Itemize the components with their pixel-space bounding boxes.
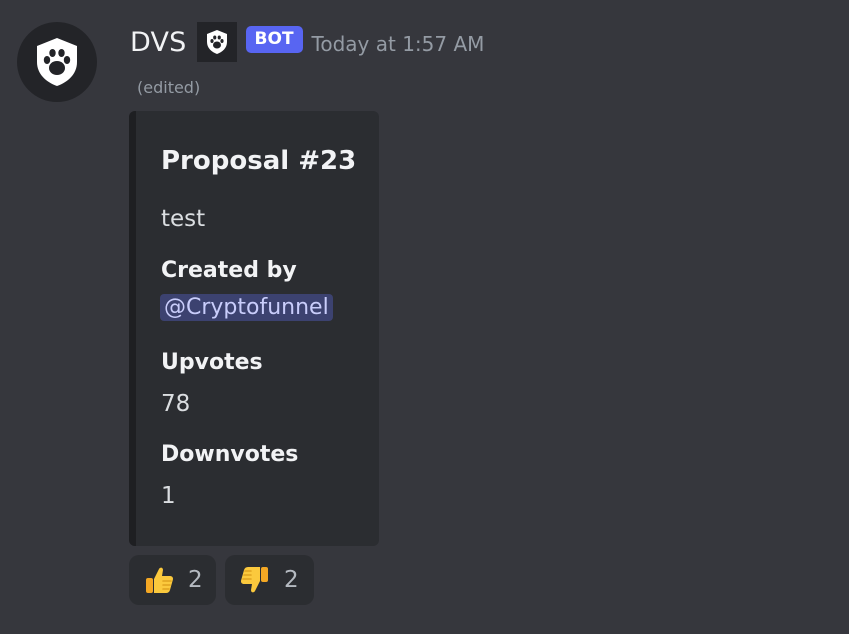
chat-message: DVS BOT Today at 1:57 AM (edited) Propos… <box>0 0 849 634</box>
embed-accent-bar <box>129 111 136 546</box>
thumbs-down-icon <box>238 563 272 597</box>
field-value-upvotes: 78 <box>161 391 191 417</box>
field-name-created-by: Created by <box>161 258 297 283</box>
bot-tag: BOT <box>245 25 303 53</box>
user-mention[interactable]: @Cryptofunnel <box>160 294 333 321</box>
field-name-upvotes: Upvotes <box>161 350 263 375</box>
reaction-count: 2 <box>188 567 203 593</box>
username[interactable]: DVS <box>130 27 187 58</box>
embed: Proposal #23 test Created by @Cryptofunn… <box>129 111 379 546</box>
field-name-downvotes: Downvotes <box>161 442 299 467</box>
message-header: DVS BOT Today at 1:57 AM <box>130 20 484 64</box>
avatar[interactable] <box>17 22 97 102</box>
shield-paw-icon <box>206 30 227 54</box>
embed-description: test <box>161 206 206 232</box>
reaction-thumbs-up[interactable]: 2 <box>129 555 216 605</box>
embed-title: Proposal #23 <box>161 146 357 176</box>
thumbs-up-icon <box>142 563 176 597</box>
field-value-downvotes: 1 <box>161 483 176 509</box>
server-badge <box>196 22 237 62</box>
reaction-count: 2 <box>284 567 299 593</box>
shield-paw-icon <box>37 38 77 86</box>
timestamp[interactable]: Today at 1:57 AM <box>312 32 485 56</box>
reaction-thumbs-down[interactable]: 2 <box>225 555 314 605</box>
reactions: 2 2 <box>129 555 314 605</box>
edited-label: (edited) <box>137 78 201 97</box>
